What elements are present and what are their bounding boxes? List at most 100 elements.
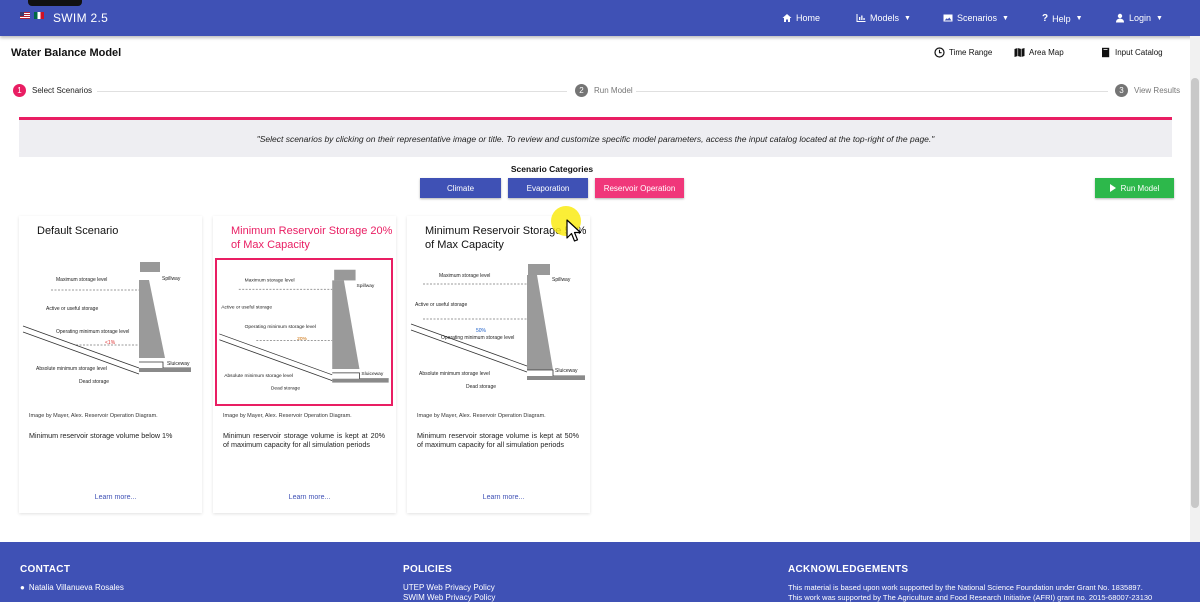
categories-title: Scenario Categories bbox=[510, 164, 594, 174]
learn-more-link[interactable]: Learn more... bbox=[19, 494, 202, 501]
time-range-button[interactable]: Time Range bbox=[934, 47, 992, 58]
policy-link[interactable]: UTEP Web Privacy Policy bbox=[403, 583, 495, 593]
footer-heading: ACKNOWLEDGEMENTS bbox=[788, 564, 909, 575]
footer-policies: POLICIES UTEP Web Privacy Policy SWIM We… bbox=[403, 564, 495, 602]
input-catalog-button[interactable]: Input Catalog bbox=[1100, 47, 1163, 58]
chevron-down-icon: ▼ bbox=[1002, 14, 1009, 22]
diagram-label: Active or useful storage bbox=[415, 302, 467, 308]
reservoir-diagram[interactable]: Maximum storage level Active or useful s… bbox=[21, 258, 199, 406]
language-flags[interactable] bbox=[20, 12, 44, 19]
nav-models[interactable]: Models ▼ bbox=[856, 13, 911, 23]
area-map-label: Area Map bbox=[1029, 48, 1064, 57]
scenario-title[interactable]: Default Scenario bbox=[37, 224, 202, 238]
nav-help[interactable]: ? Help ▼ bbox=[1042, 13, 1083, 24]
step-run-model[interactable]: 2 Run Model bbox=[575, 84, 633, 97]
question-icon: ? bbox=[1042, 13, 1049, 24]
home-icon bbox=[782, 14, 792, 22]
step-label: Run Model bbox=[594, 86, 633, 95]
diagram-label: Absolute minimum storage level bbox=[36, 366, 107, 372]
play-icon bbox=[1109, 184, 1116, 192]
reservoir-diagram[interactable]: Maximum storage level Active or useful s… bbox=[215, 258, 393, 406]
diagram-value: 20% bbox=[297, 336, 307, 342]
acknowledgement-text: This work was supported by The Agricultu… bbox=[788, 593, 1153, 602]
time-range-label: Time Range bbox=[949, 48, 993, 57]
reservoir-diagram-image: Maximum storage level Active or useful s… bbox=[410, 264, 585, 390]
image-credit: Image by Mayer, Alex. Reservoir Operatio… bbox=[417, 413, 546, 419]
scenario-card-min-storage-50[interactable]: Minimum Reservoir Storage 50% of Max Cap… bbox=[407, 216, 590, 513]
run-model-button[interactable]: Run Model bbox=[1095, 178, 1174, 198]
policy-link[interactable]: SWIM Web Privacy Policy bbox=[403, 593, 495, 602]
nav-scenarios[interactable]: Scenarios ▼ bbox=[943, 13, 1009, 23]
stepper-connector bbox=[636, 91, 1108, 92]
nav-scenarios-label: Scenarios bbox=[957, 13, 998, 23]
user-icon bbox=[1116, 13, 1124, 23]
reservoir-diagram-image: Maximum storage level Active or useful s… bbox=[219, 269, 389, 391]
instructions-text: "Select scenarios by clicking on their r… bbox=[256, 133, 935, 144]
step-number: 1 bbox=[13, 84, 26, 97]
vertical-scrollbar[interactable] bbox=[1190, 36, 1200, 542]
reservoir-diagram-image: Maximum storage level Active or useful s… bbox=[22, 262, 191, 385]
nav-home-label: Home bbox=[796, 13, 821, 23]
diagram-label: Maximum storage level bbox=[56, 277, 107, 283]
chevron-down-icon: ▼ bbox=[1075, 15, 1083, 22]
step-view-results[interactable]: 3 View Results bbox=[1115, 84, 1180, 97]
nav-login[interactable]: Login ▼ bbox=[1115, 13, 1163, 23]
chevron-down-icon: ▼ bbox=[1156, 14, 1163, 22]
reservoir-operation-category-button[interactable]: Reservoir Operation bbox=[595, 178, 684, 198]
climate-category-button[interactable]: Climate bbox=[420, 178, 501, 198]
acknowledgement-text: This material is based upon work support… bbox=[788, 583, 1143, 592]
diagram-label: Sluiceway bbox=[555, 368, 578, 374]
learn-more-link[interactable]: Learn more... bbox=[407, 494, 590, 501]
chart-icon bbox=[856, 14, 866, 22]
step-number: 2 bbox=[575, 84, 588, 97]
mouse-pointer-icon bbox=[566, 219, 582, 242]
user-icon: ● bbox=[20, 583, 25, 592]
run-model-label: Run Model bbox=[1120, 183, 1160, 193]
nav-models-label: Models bbox=[870, 13, 900, 23]
image-credit: Image by Mayer, Alex. Reservoir Operatio… bbox=[29, 413, 158, 419]
brand-title[interactable]: SWIM 2.5 bbox=[53, 11, 108, 25]
diagram-label: Active or useful storage bbox=[46, 306, 98, 312]
scenario-description: Minimum reservoir storage volume below 1… bbox=[29, 431, 173, 440]
diagram-label: Maximum storage level bbox=[439, 273, 490, 279]
diagram-label: Absolute minimum storage level bbox=[419, 371, 490, 377]
diagram-label: Sluiceway bbox=[361, 371, 383, 377]
scenario-title[interactable]: Minimum Reservoir Storage 20% of Max Cap… bbox=[231, 224, 396, 252]
diagram-label: Absolute minimum storage level bbox=[224, 373, 293, 379]
page-title: Water Balance Model bbox=[11, 47, 122, 59]
step-label: View Results bbox=[1134, 86, 1181, 95]
nav-home[interactable]: Home bbox=[782, 13, 820, 23]
reservoir-diagram[interactable]: Maximum storage level Active or useful s… bbox=[409, 258, 587, 406]
nav-login-label: Login bbox=[1129, 13, 1152, 23]
diagram-value: <1% bbox=[105, 340, 116, 346]
footer-acknowledgements: ACKNOWLEDGEMENTS This material is based … bbox=[788, 564, 1152, 602]
diagram-label: Sluiceway bbox=[167, 361, 190, 367]
book-icon bbox=[1102, 47, 1110, 58]
nav-help-label: Help bbox=[1052, 13, 1071, 24]
diagram-value: 50% bbox=[476, 328, 487, 334]
diagram-label: Spillway bbox=[552, 277, 571, 283]
input-catalog-label: Input Catalog bbox=[1115, 48, 1163, 57]
diagram-label: Active or useful storage bbox=[221, 305, 272, 311]
diagram-label: Operating minimum storage level bbox=[56, 329, 129, 335]
diagram-label: Spillway bbox=[162, 276, 181, 282]
mexico-flag-icon[interactable] bbox=[34, 12, 44, 19]
instructions-banner: "Select scenarios by clicking on their r… bbox=[19, 117, 1172, 157]
scenario-card-min-storage-20[interactable]: Minimum Reservoir Storage 20% of Max Cap… bbox=[213, 216, 396, 513]
footer-heading: POLICIES bbox=[403, 564, 453, 575]
learn-more-link[interactable]: Learn more... bbox=[213, 494, 396, 501]
diagram-label: Maximum storage level bbox=[245, 277, 295, 283]
scenario-description: Minimum reservoir storage volume is kept… bbox=[417, 431, 579, 449]
area-map-button[interactable]: Area Map bbox=[1014, 47, 1064, 58]
step-number: 3 bbox=[1115, 84, 1128, 97]
scenario-description: Minimun reservoir storage volume is kept… bbox=[223, 431, 385, 449]
evaporation-category-button[interactable]: Evaporation bbox=[508, 178, 588, 198]
step-select-scenarios[interactable]: 1 Select Scenarios bbox=[13, 84, 92, 97]
us-flag-icon[interactable] bbox=[20, 12, 30, 19]
scrollbar-thumb[interactable] bbox=[1191, 78, 1199, 508]
footer-contact: CONTACT ● Natalia Villanueva Rosales bbox=[20, 564, 124, 593]
footer-heading: CONTACT bbox=[20, 564, 71, 575]
image-icon bbox=[943, 14, 953, 22]
clock-icon bbox=[934, 47, 945, 58]
scenario-card-default[interactable]: Default Scenario Maximum storage level A… bbox=[19, 216, 202, 513]
